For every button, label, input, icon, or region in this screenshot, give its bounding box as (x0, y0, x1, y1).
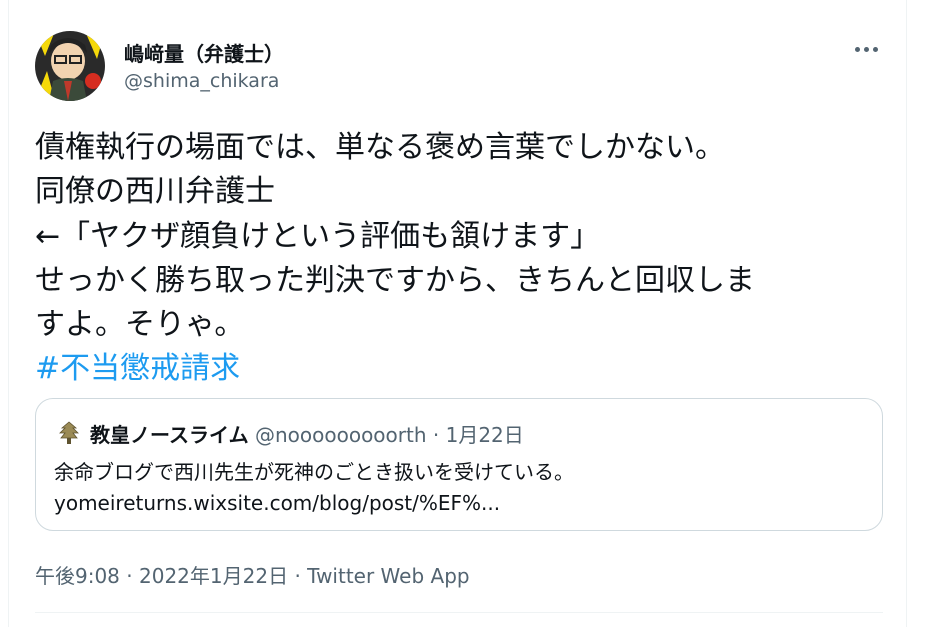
quoted-tweet-header: 教皇ノースライム @nooooooooorth · 1月22日 (90, 419, 524, 448)
tweet-card: 嶋﨑量（弁護士） @shima_chikara 債権執行の場面では、単なる褒め言… (0, 0, 936, 627)
divider (35, 612, 883, 613)
tree-emblem-avatar-icon (56, 420, 82, 446)
separator-dot: · (432, 423, 440, 447)
hashtag-link[interactable]: #不当懲戒請求 (35, 347, 895, 391)
tweet-line: 債権執行の場面では、単なる褒め言葉でしかない。 (35, 130, 725, 165)
tweet-timestamp: 午後9:08 · 2022年1月22日 · Twitter Web App (35, 560, 470, 589)
author-display-name[interactable]: 嶋﨑量（弁護士） (124, 38, 284, 67)
tweet-date: 2022年1月22日 (139, 564, 289, 588)
quoted-author-name: 教皇ノースライム (90, 423, 249, 447)
left-border (8, 0, 9, 627)
separator-dot: · (126, 564, 133, 588)
quoted-date: 1月22日 (445, 423, 524, 447)
tweet-line: 同僚の西川弁護士 (35, 174, 275, 210)
author-handle[interactable]: @shima_chikara (124, 70, 279, 92)
tweet-text: 債権執行の場面では、単なる褒め言葉でしかない。 同僚の西川弁護士 ←「ヤクザ顔負… (35, 126, 895, 392)
quoted-tweet-text: 余命ブログで西川先生が死神のごとき扱いを受けている。 (54, 460, 574, 484)
tweet-time-link[interactable]: 午後9:08 · 2022年1月22日 (35, 564, 288, 588)
tweet-line: すよ。そりゃ。 (35, 307, 245, 343)
separator-dot: · (294, 564, 301, 588)
more-options-icon[interactable] (846, 34, 886, 64)
right-border (906, 0, 907, 627)
quoted-tweet[interactable]: 教皇ノースライム @nooooooooorth · 1月22日 余命ブログで西川… (35, 398, 883, 531)
tweet-time: 午後9:08 (35, 564, 120, 588)
tweet-line: ←「ヤクザ顔負けという評価も頷けます」 (35, 218, 601, 254)
author-avatar[interactable] (35, 31, 105, 101)
tweet-line: せっかく勝ち取った判決ですから、きちんと回収しま (35, 262, 755, 298)
quoted-tweet-link[interactable]: yomeireturns.wixsite.com/blog/post/%EF%.… (54, 488, 500, 518)
tweet-source-link[interactable]: Twitter Web App (307, 564, 469, 588)
quoted-author-handle: @nooooooooorth (254, 423, 427, 447)
